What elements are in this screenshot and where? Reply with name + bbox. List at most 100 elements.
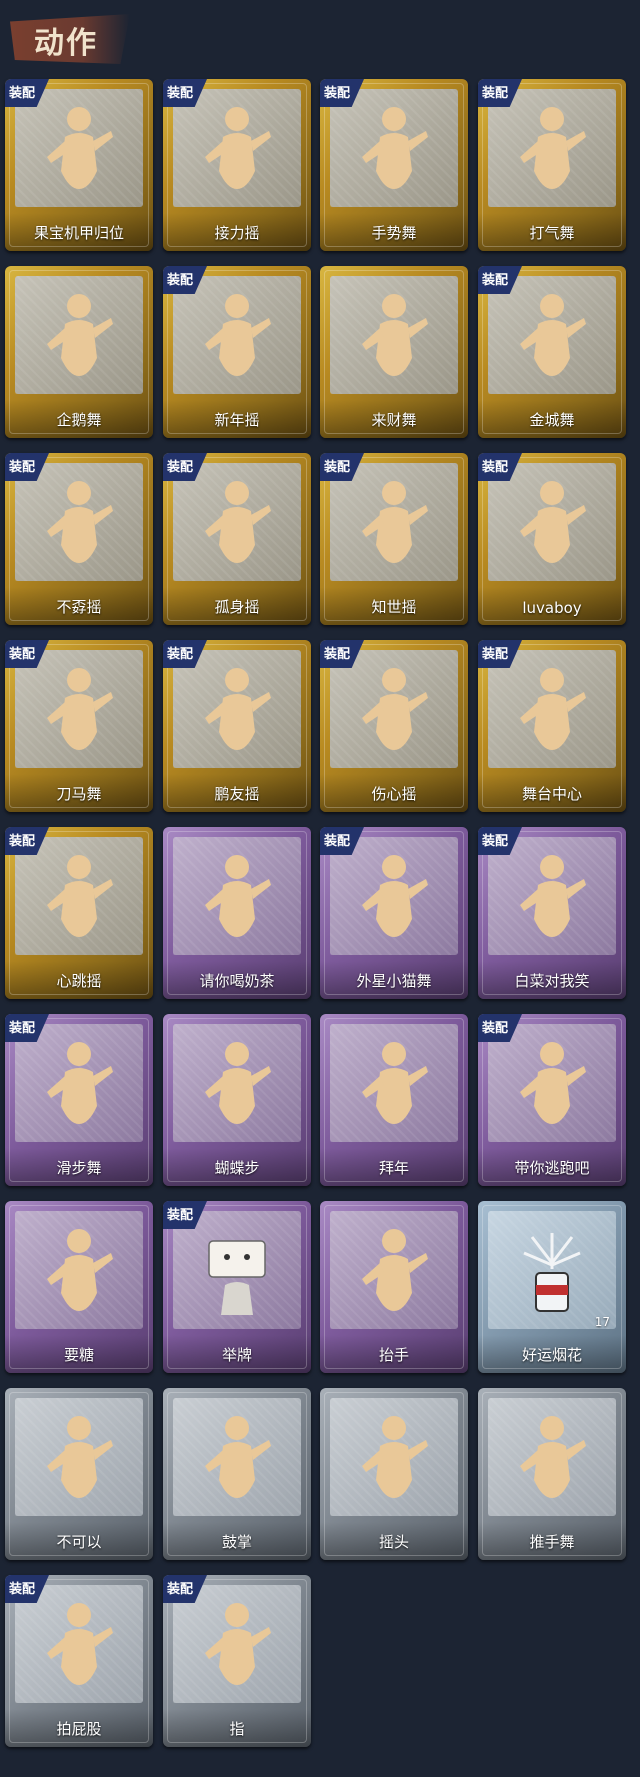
action-card[interactable]: 手势舞 装配 <box>320 79 468 251</box>
action-card[interactable]: 白菜对我笑 装配 <box>478 827 626 999</box>
equipped-label: 装配 <box>482 460 509 475</box>
action-card[interactable]: 伤心摇 装配 <box>320 640 468 812</box>
action-card[interactable]: 拜年 <box>320 1014 468 1186</box>
action-name: 手势舞 <box>371 224 417 242</box>
action-name: 来财舞 <box>371 411 417 429</box>
dancer-icon <box>512 1410 592 1502</box>
sign-icon <box>197 1223 277 1315</box>
action-card[interactable]: 要糖 <box>5 1201 153 1373</box>
action-card[interactable]: 不孬摇 装配 <box>5 453 153 625</box>
action-card[interactable]: 打气舞 装配 <box>478 79 626 251</box>
action-name: 伤心摇 <box>371 785 417 803</box>
finger-icon <box>39 1410 119 1502</box>
action-card[interactable]: 鹏友摇 装配 <box>163 640 311 812</box>
equipped-label: 装配 <box>9 1582 36 1597</box>
action-card[interactable]: 抬手 <box>320 1201 468 1373</box>
equipped-label: 装配 <box>9 460 36 475</box>
action-card[interactable]: 鼓掌 <box>163 1388 311 1560</box>
action-card[interactable]: 心跳摇 装配 <box>5 827 153 999</box>
equipped-label: 装配 <box>482 86 509 101</box>
dancer-icon <box>39 1223 119 1315</box>
dancer-icon <box>512 1036 592 1128</box>
equipped-label: 装配 <box>9 834 36 849</box>
action-card[interactable]: 来财舞 <box>320 266 468 438</box>
dancer-icon <box>512 662 592 754</box>
action-card[interactable]: 接力摇 装配 <box>163 79 311 251</box>
action-card[interactable]: 带你逃跑吧 装配 <box>478 1014 626 1186</box>
dancer-icon <box>39 475 119 567</box>
equipped-label: 装配 <box>167 1208 194 1223</box>
action-name: 企鹅舞 <box>56 411 102 429</box>
action-name: 孤身摇 <box>214 598 260 616</box>
dancer-icon <box>512 101 592 193</box>
dancer-icon <box>512 475 592 567</box>
action-name: 拍屁股 <box>56 1720 102 1738</box>
action-card[interactable]: 外星小猫舞 装配 <box>320 827 468 999</box>
action-card[interactable]: 金城舞 装配 <box>478 266 626 438</box>
heart-dancer-icon <box>354 662 434 754</box>
action-card[interactable]: 新年摇 装配 <box>163 266 311 438</box>
action-card[interactable]: 企鹅舞 <box>5 266 153 438</box>
equipped-label: 装配 <box>324 834 351 849</box>
action-card[interactable]: 推手舞 <box>478 1388 626 1560</box>
dancer-icon <box>197 475 277 567</box>
action-card[interactable]: 滑步舞 装配 <box>5 1014 153 1186</box>
dancer-icon <box>39 288 119 380</box>
action-name: 心跳摇 <box>56 972 102 990</box>
equipped-label: 装配 <box>482 273 509 288</box>
action-card[interactable]: 好运烟花 17 <box>478 1201 626 1373</box>
action-card[interactable]: luvaboy 装配 <box>478 453 626 625</box>
action-card[interactable]: 不可以 <box>5 1388 153 1560</box>
dancer-icon <box>512 849 592 941</box>
action-card[interactable]: 刀马舞 装配 <box>5 640 153 812</box>
equipped-label: 装配 <box>482 1021 509 1036</box>
item-count: 17 <box>594 1315 610 1329</box>
equipped-label: 装配 <box>9 1021 36 1036</box>
action-card[interactable]: 舞台中心 装配 <box>478 640 626 812</box>
dancer-icon <box>197 849 277 941</box>
action-name: 蝴蝶步 <box>214 1159 260 1177</box>
action-name: 打气舞 <box>529 224 575 242</box>
dancer-icon <box>197 1036 277 1128</box>
action-card[interactable]: 果宝机甲归位 装配 <box>5 79 153 251</box>
action-name: 外星小猫舞 <box>356 972 432 990</box>
equipped-label: 装配 <box>167 647 194 662</box>
action-name: 不可以 <box>56 1533 102 1551</box>
action-card[interactable]: 请你喝奶茶 <box>163 827 311 999</box>
action-name: 鼓掌 <box>221 1533 252 1551</box>
action-grid: 果宝机甲归位 装配 接力摇 装配 手势舞 装配 打气舞 装配 企鹅舞 新年摇 装配 来财舞 金城舞 装配不… <box>0 0 640 1777</box>
action-card[interactable]: 知世摇 装配 <box>320 453 468 625</box>
equipped-label: 装配 <box>324 86 351 101</box>
equipped-label: 装配 <box>482 647 509 662</box>
point-icon <box>197 1597 277 1689</box>
action-name: 新年摇 <box>214 411 260 429</box>
equipped-label: 装配 <box>9 647 36 662</box>
equipped-label: 装配 <box>9 86 36 101</box>
action-name: 请你喝奶茶 <box>199 972 275 990</box>
action-card[interactable]: 摇头 <box>320 1388 468 1560</box>
action-card[interactable]: 举牌 装配 <box>163 1201 311 1373</box>
action-name: 要糖 <box>63 1346 94 1364</box>
action-name: 果宝机甲归位 <box>33 224 124 242</box>
action-name: 接力摇 <box>214 224 260 242</box>
dancer-icon <box>197 288 277 380</box>
dancer-icon <box>39 1036 119 1128</box>
clap-icon <box>197 1410 277 1502</box>
action-name: luvaboy <box>522 599 582 617</box>
action-name: 指 <box>229 1720 245 1738</box>
dancer-icon <box>39 101 119 193</box>
action-card[interactable]: 指 装配 <box>163 1575 311 1747</box>
action-name: 鹏友摇 <box>214 785 260 803</box>
dancer-icon <box>354 475 434 567</box>
action-name: 白菜对我笑 <box>514 972 590 990</box>
action-name: 带你逃跑吧 <box>514 1159 590 1177</box>
equipped-label: 装配 <box>167 86 194 101</box>
dancer-icon <box>39 1597 119 1689</box>
action-name: 不孬摇 <box>56 598 102 616</box>
action-card[interactable]: 拍屁股 装配 <box>5 1575 153 1747</box>
action-card[interactable]: 蝴蝶步 <box>163 1014 311 1186</box>
action-name: 舞台中心 <box>521 785 582 803</box>
action-card[interactable]: 孤身摇 装配 <box>163 453 311 625</box>
equipped-label: 装配 <box>167 1582 194 1597</box>
dancer-icon <box>354 1223 434 1315</box>
